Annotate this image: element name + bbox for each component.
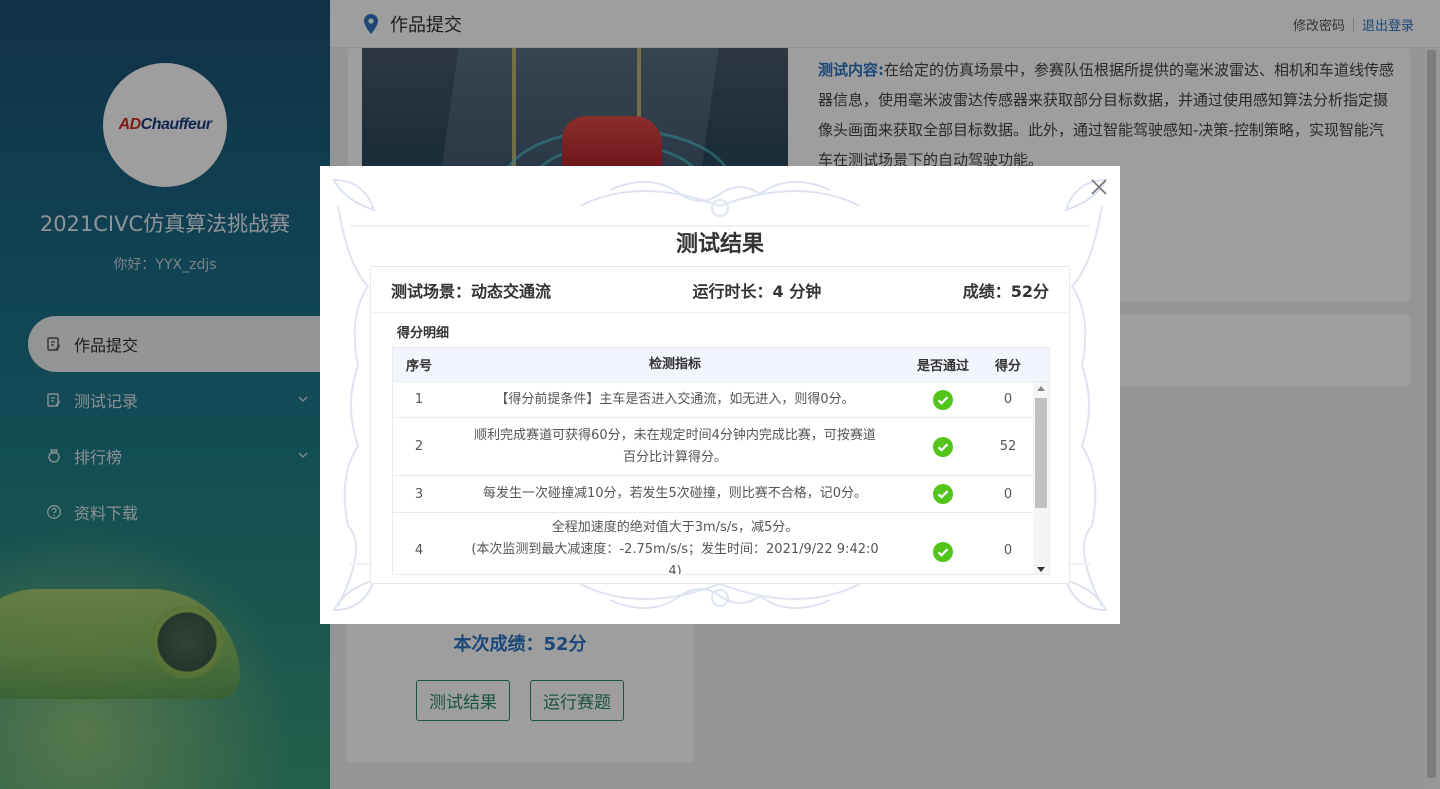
pass-check-icon (905, 542, 981, 562)
col-metric: 检测指标 (648, 356, 701, 372)
summary-row: 测试场景：动态交通流 运行时长：4 分钟 成绩：52分 (371, 267, 1069, 313)
row-index: 2 (414, 439, 424, 454)
table-row: 1 【得分前提条件】主车是否进入交通流，如无进入，则得0分。 0 (393, 382, 1049, 418)
row-metric-line: 顺利完成赛道可获得60分，未在规定时间4分钟内完成比赛，可按赛道 (474, 427, 876, 443)
row-metric-line: 4) (668, 564, 682, 575)
scroll-down-arrow-icon[interactable] (1037, 567, 1045, 572)
row-metric: 全程加速度的绝对值大于3m/s/s，减5分。 (本次监测到最大减速度：-2.75m… (445, 517, 905, 575)
row-metric-line: (本次监测到最大减速度：-2.75m/s/s；发生时间：2021/9/22 9:… (471, 542, 879, 557)
table-row: 3 每发生一次碰撞减10分，若发生5次碰撞，则比赛不合格，记0分。 0 (393, 476, 1049, 513)
table-scrollbar[interactable] (1033, 382, 1049, 574)
score-label: 成绩：52分 (962, 281, 1049, 301)
scene-label: 测试场景：动态交通流 (391, 281, 552, 301)
pass-check-icon (905, 484, 981, 504)
pass-check-icon (905, 389, 981, 410)
test-result-modal: 测试结果 测试场景：动态交通流 运行时长：4 分钟 成绩：52分 得分明细 序号… (320, 166, 1120, 624)
table-row: 2 顺利完成赛道可获得60分，未在规定时间4分钟内完成比赛，可按赛道 百分比计算得… (393, 418, 1049, 476)
result-panel: 测试场景：动态交通流 运行时长：4 分钟 成绩：52分 得分明细 序号 检测指标… (370, 266, 1070, 584)
table-header: 序号 检测指标 是否通过 得分 (393, 348, 1049, 382)
row-index: 3 (414, 486, 424, 502)
scroll-up-arrow-icon[interactable] (1037, 386, 1045, 391)
row-score: 0 (1003, 543, 1013, 558)
row-metric: 【得分前提条件】主车是否进入交通流，如无进入，则得0分。 (495, 391, 855, 407)
table-scrollbar-thumb[interactable] (1035, 398, 1047, 508)
pass-check-icon (905, 436, 981, 457)
duration-label: 运行时长：4 分钟 (692, 281, 822, 301)
row-metric: 每发生一次碰撞减10分，若发生5次碰撞，则比赛不合格，记0分。 (482, 486, 868, 501)
row-index: 4 (414, 543, 424, 558)
row-score: 0 (1003, 392, 1013, 407)
modal-title: 测试结果 (675, 232, 764, 257)
row-score: 0 (1003, 486, 1013, 502)
row-score: 52 (999, 439, 1017, 454)
col-passed: 是否通过 (916, 359, 969, 374)
col-index: 序号 (405, 359, 432, 374)
score-detail-table: 序号 检测指标 是否通过 得分 1 【得分前提条件】主车是否进入交通流，如无进入… (392, 347, 1050, 575)
row-metric-line: 全程加速度的绝对值大于3m/s/s，减5分。 (551, 520, 799, 535)
row-metric: 顺利完成赛道可获得60分，未在规定时间4分钟内完成比赛，可按赛道 百分比计算得分。 (445, 425, 905, 469)
col-score: 得分 (994, 359, 1021, 374)
score-detail-title: 得分明细 (397, 326, 450, 341)
row-index: 1 (414, 392, 424, 407)
row-metric-line: 百分比计算得分。 (622, 449, 727, 465)
close-icon[interactable] (1088, 176, 1110, 198)
table-row: 4 全程加速度的绝对值大于3m/s/s，减5分。 (本次监测到最大减速度：-2.7… (393, 513, 1049, 575)
